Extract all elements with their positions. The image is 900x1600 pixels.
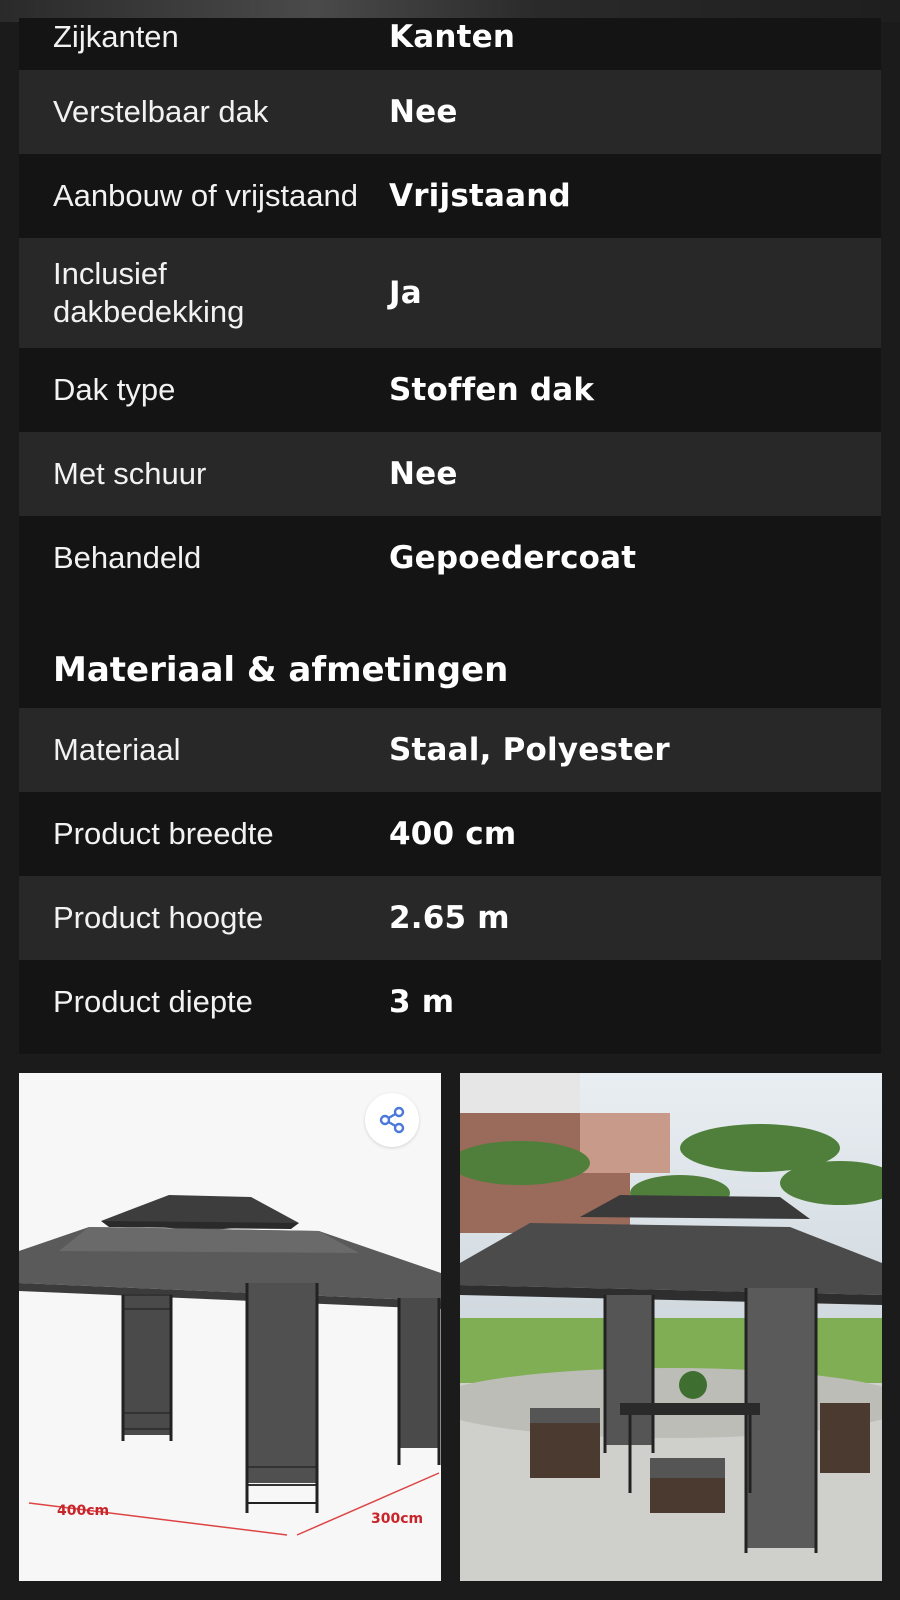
spec-value: Nee — [389, 94, 458, 130]
spec-row-behandeld: Behandeld Gepoedercoat — [19, 516, 881, 600]
spec-value: Ja — [389, 275, 422, 311]
depth-dimension-label: 300cm — [371, 1511, 424, 1527]
spec-label: Aanbouw of vrijstaand — [53, 178, 359, 213]
spec-row-dak-type: Dak type Stoffen dak — [19, 348, 881, 432]
spec-row-aanbouw: Aanbouw of vrijstaand Vrijstaand — [19, 154, 881, 238]
product-image-garden[interactable] — [460, 1073, 882, 1581]
gazebo-garden-photo — [460, 1073, 882, 1581]
spec-row-breedte: Product breedte 400 cm — [19, 792, 881, 876]
spec-label: Inclusief dakbedekking — [53, 256, 245, 329]
spec-label: Met schuur — [53, 456, 207, 491]
section-title-materiaal: Materiaal & afmetingen — [53, 650, 509, 690]
spec-row-materiaal: Materiaal Staal, Polyester — [19, 708, 881, 792]
spec-row-dakbedekking: Inclusief dakbedekking Ja — [19, 238, 881, 348]
spec-row-zijkanten: Zijkanten Kanten — [19, 18, 881, 70]
spec-label: Product diepte — [53, 984, 253, 1019]
spec-label: Verstelbaar dak — [53, 94, 269, 129]
spec-row-hoogte: Product hoogte 2.65 m — [19, 876, 881, 960]
spec-row-met-schuur: Met schuur Nee — [19, 432, 881, 516]
spec-value: Staal, Polyester — [389, 732, 670, 768]
spec-label: Zijkanten — [53, 19, 179, 54]
spec-value: Nee — [389, 456, 458, 492]
spec-label: Product hoogte — [53, 900, 264, 935]
spec-row-diepte: Product diepte 3 m — [19, 960, 881, 1044]
specifications-panel: Zijkanten Kanten Verstelbaar dak Nee Aan… — [19, 18, 881, 1054]
product-image-dimensions[interactable]: 400cm 300cm — [19, 1073, 441, 1581]
spec-value: Gepoedercoat — [389, 540, 637, 576]
spec-value: 2.65 m — [389, 900, 510, 936]
spec-label: Product breedte — [53, 816, 274, 851]
spec-value: 3 m — [389, 984, 455, 1020]
spec-label: Behandeld — [53, 540, 202, 575]
spec-value: Kanten — [389, 19, 516, 55]
share-button[interactable] — [365, 1093, 419, 1147]
spec-row-verstelbaar-dak: Verstelbaar dak Nee — [19, 70, 881, 154]
spec-value: 400 cm — [389, 816, 517, 852]
width-dimension-label: 400cm — [57, 1503, 110, 1519]
spec-value: Stoffen dak — [389, 372, 595, 408]
share-icon — [379, 1106, 405, 1134]
spec-label: Dak type — [53, 372, 176, 407]
spec-value: Vrijstaand — [389, 178, 571, 214]
spec-label: Materiaal — [53, 732, 181, 767]
